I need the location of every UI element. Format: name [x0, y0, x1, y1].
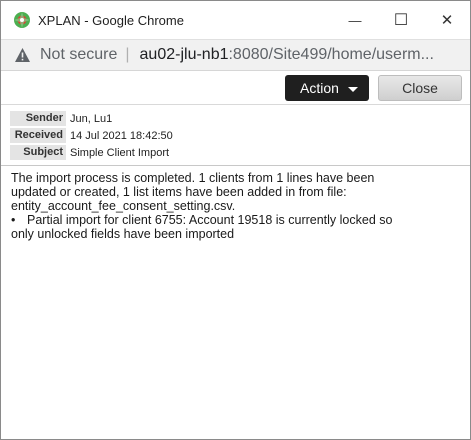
close-button[interactable]: Close — [378, 75, 462, 101]
warning-triangle-icon[interactable] — [14, 47, 31, 63]
minimize-button[interactable]: — — [332, 1, 378, 39]
received-value: 14 Jul 2021 18:42:50 — [70, 129, 173, 142]
subject-label: Subject — [10, 145, 66, 160]
message-header: Sender Jun, Lu1 Received 14 Jul 2021 18:… — [1, 105, 470, 166]
browser-window: XPLAN - Google Chrome — ☐ ✕ Not secure |… — [0, 0, 471, 440]
received-row: Received 14 Jul 2021 18:42:50 — [1, 127, 470, 144]
body-line: updated or created, 1 list items have be… — [11, 185, 347, 199]
close-window-button[interactable]: ✕ — [424, 1, 470, 39]
body-line: The import process is completed. 1 clien… — [11, 171, 375, 185]
xplan-logo-icon — [14, 12, 30, 28]
action-button[interactable]: Action — [285, 75, 369, 101]
security-status[interactable]: Not secure — [40, 46, 117, 64]
message-toolbar: Action Close — [1, 71, 470, 105]
title-bar: XPLAN - Google Chrome — ☐ ✕ — [1, 1, 470, 39]
list-item-text: Partial import for client 6755: Account … — [27, 213, 393, 227]
window-title: XPLAN - Google Chrome — [38, 12, 184, 28]
address-separator: | — [125, 46, 130, 63]
body-line: only unlocked fields have been imported — [11, 227, 235, 241]
maximize-icon: ☐ — [393, 12, 409, 29]
sender-value: Jun, Lu1 — [70, 112, 113, 125]
maximize-button[interactable]: ☐ — [378, 1, 424, 39]
body-line: entity_account_fee_consent_setting.csv. — [11, 199, 236, 213]
url-host[interactable]: au02-jlu-nb1 — [140, 46, 229, 64]
bullet-icon: • — [11, 213, 16, 227]
sender-row: Sender Jun, Lu1 — [1, 110, 470, 127]
message-body: The import process is completed. 1 clien… — [1, 166, 470, 241]
received-label: Received — [10, 128, 66, 143]
minimize-icon: — — [348, 12, 362, 28]
list-item: • Partial import for client 6755: Accoun… — [11, 213, 462, 227]
action-label: Action — [300, 80, 339, 96]
close-label: Close — [402, 80, 438, 96]
url-path[interactable]: :8080/Site499/home/userm... — [228, 46, 433, 64]
caret-down-icon — [347, 86, 358, 92]
subject-value: Simple Client Import — [70, 146, 170, 159]
close-icon: ✕ — [440, 12, 454, 29]
sender-label: Sender — [10, 111, 66, 126]
subject-row: Subject Simple Client Import — [1, 144, 470, 161]
address-bar[interactable]: Not secure | au02-jlu-nb1:8080/Site499/h… — [1, 39, 470, 71]
